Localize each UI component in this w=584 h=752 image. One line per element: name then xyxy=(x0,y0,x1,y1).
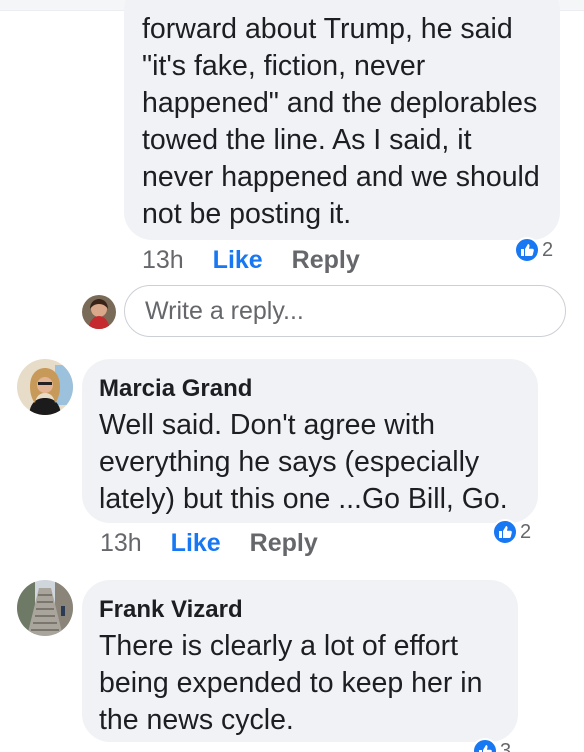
comment-timestamp[interactable]: 13h xyxy=(142,244,184,276)
thumbs-up-icon xyxy=(472,738,498,752)
thumbs-up-icon xyxy=(492,519,518,545)
reaction-summary[interactable]: 2 xyxy=(492,519,532,545)
reaction-count: 3 xyxy=(500,740,512,752)
thumbs-up-icon xyxy=(514,237,540,263)
comment-bubble: Frank Vizard There is clearly a lot of e… xyxy=(82,580,518,742)
reply-button[interactable]: Reply xyxy=(292,244,360,276)
comment-text: There is clearly a lot of effort being e… xyxy=(99,630,483,736)
reaction-count: 2 xyxy=(520,521,532,543)
reaction-count: 2 xyxy=(542,239,554,261)
reaction-summary[interactable]: 2 xyxy=(514,237,554,263)
reaction-summary[interactable]: 3 xyxy=(472,738,511,752)
comment-bubble: Marcia Grand Well said. Don't agree with… xyxy=(82,359,538,523)
reply-button[interactable]: Reply xyxy=(250,527,318,559)
avatar[interactable] xyxy=(17,580,73,636)
comment-author[interactable]: Marcia Grand xyxy=(99,375,522,403)
comment-actions: 13h Like Reply xyxy=(100,527,340,559)
avatar[interactable] xyxy=(17,359,73,415)
current-user-avatar xyxy=(82,295,116,329)
like-button[interactable]: Like xyxy=(213,244,263,276)
comment-author[interactable]: Frank Vizard xyxy=(99,596,502,624)
like-button[interactable]: Like xyxy=(171,527,221,559)
reply-input[interactable] xyxy=(143,286,547,336)
comment-text: forward about Trump, he said "it's fake,… xyxy=(142,13,540,230)
comment-thread: forward about Trump, he said "it's fake,… xyxy=(0,0,584,752)
comment-bubble: forward about Trump, he said "it's fake,… xyxy=(124,0,560,240)
reply-input-box[interactable] xyxy=(124,285,566,337)
comment-timestamp[interactable]: 13h xyxy=(100,527,142,559)
comment-actions: 13h Like Reply xyxy=(142,244,382,276)
comment-text: Well said. Don't agree with everything h… xyxy=(99,409,508,515)
